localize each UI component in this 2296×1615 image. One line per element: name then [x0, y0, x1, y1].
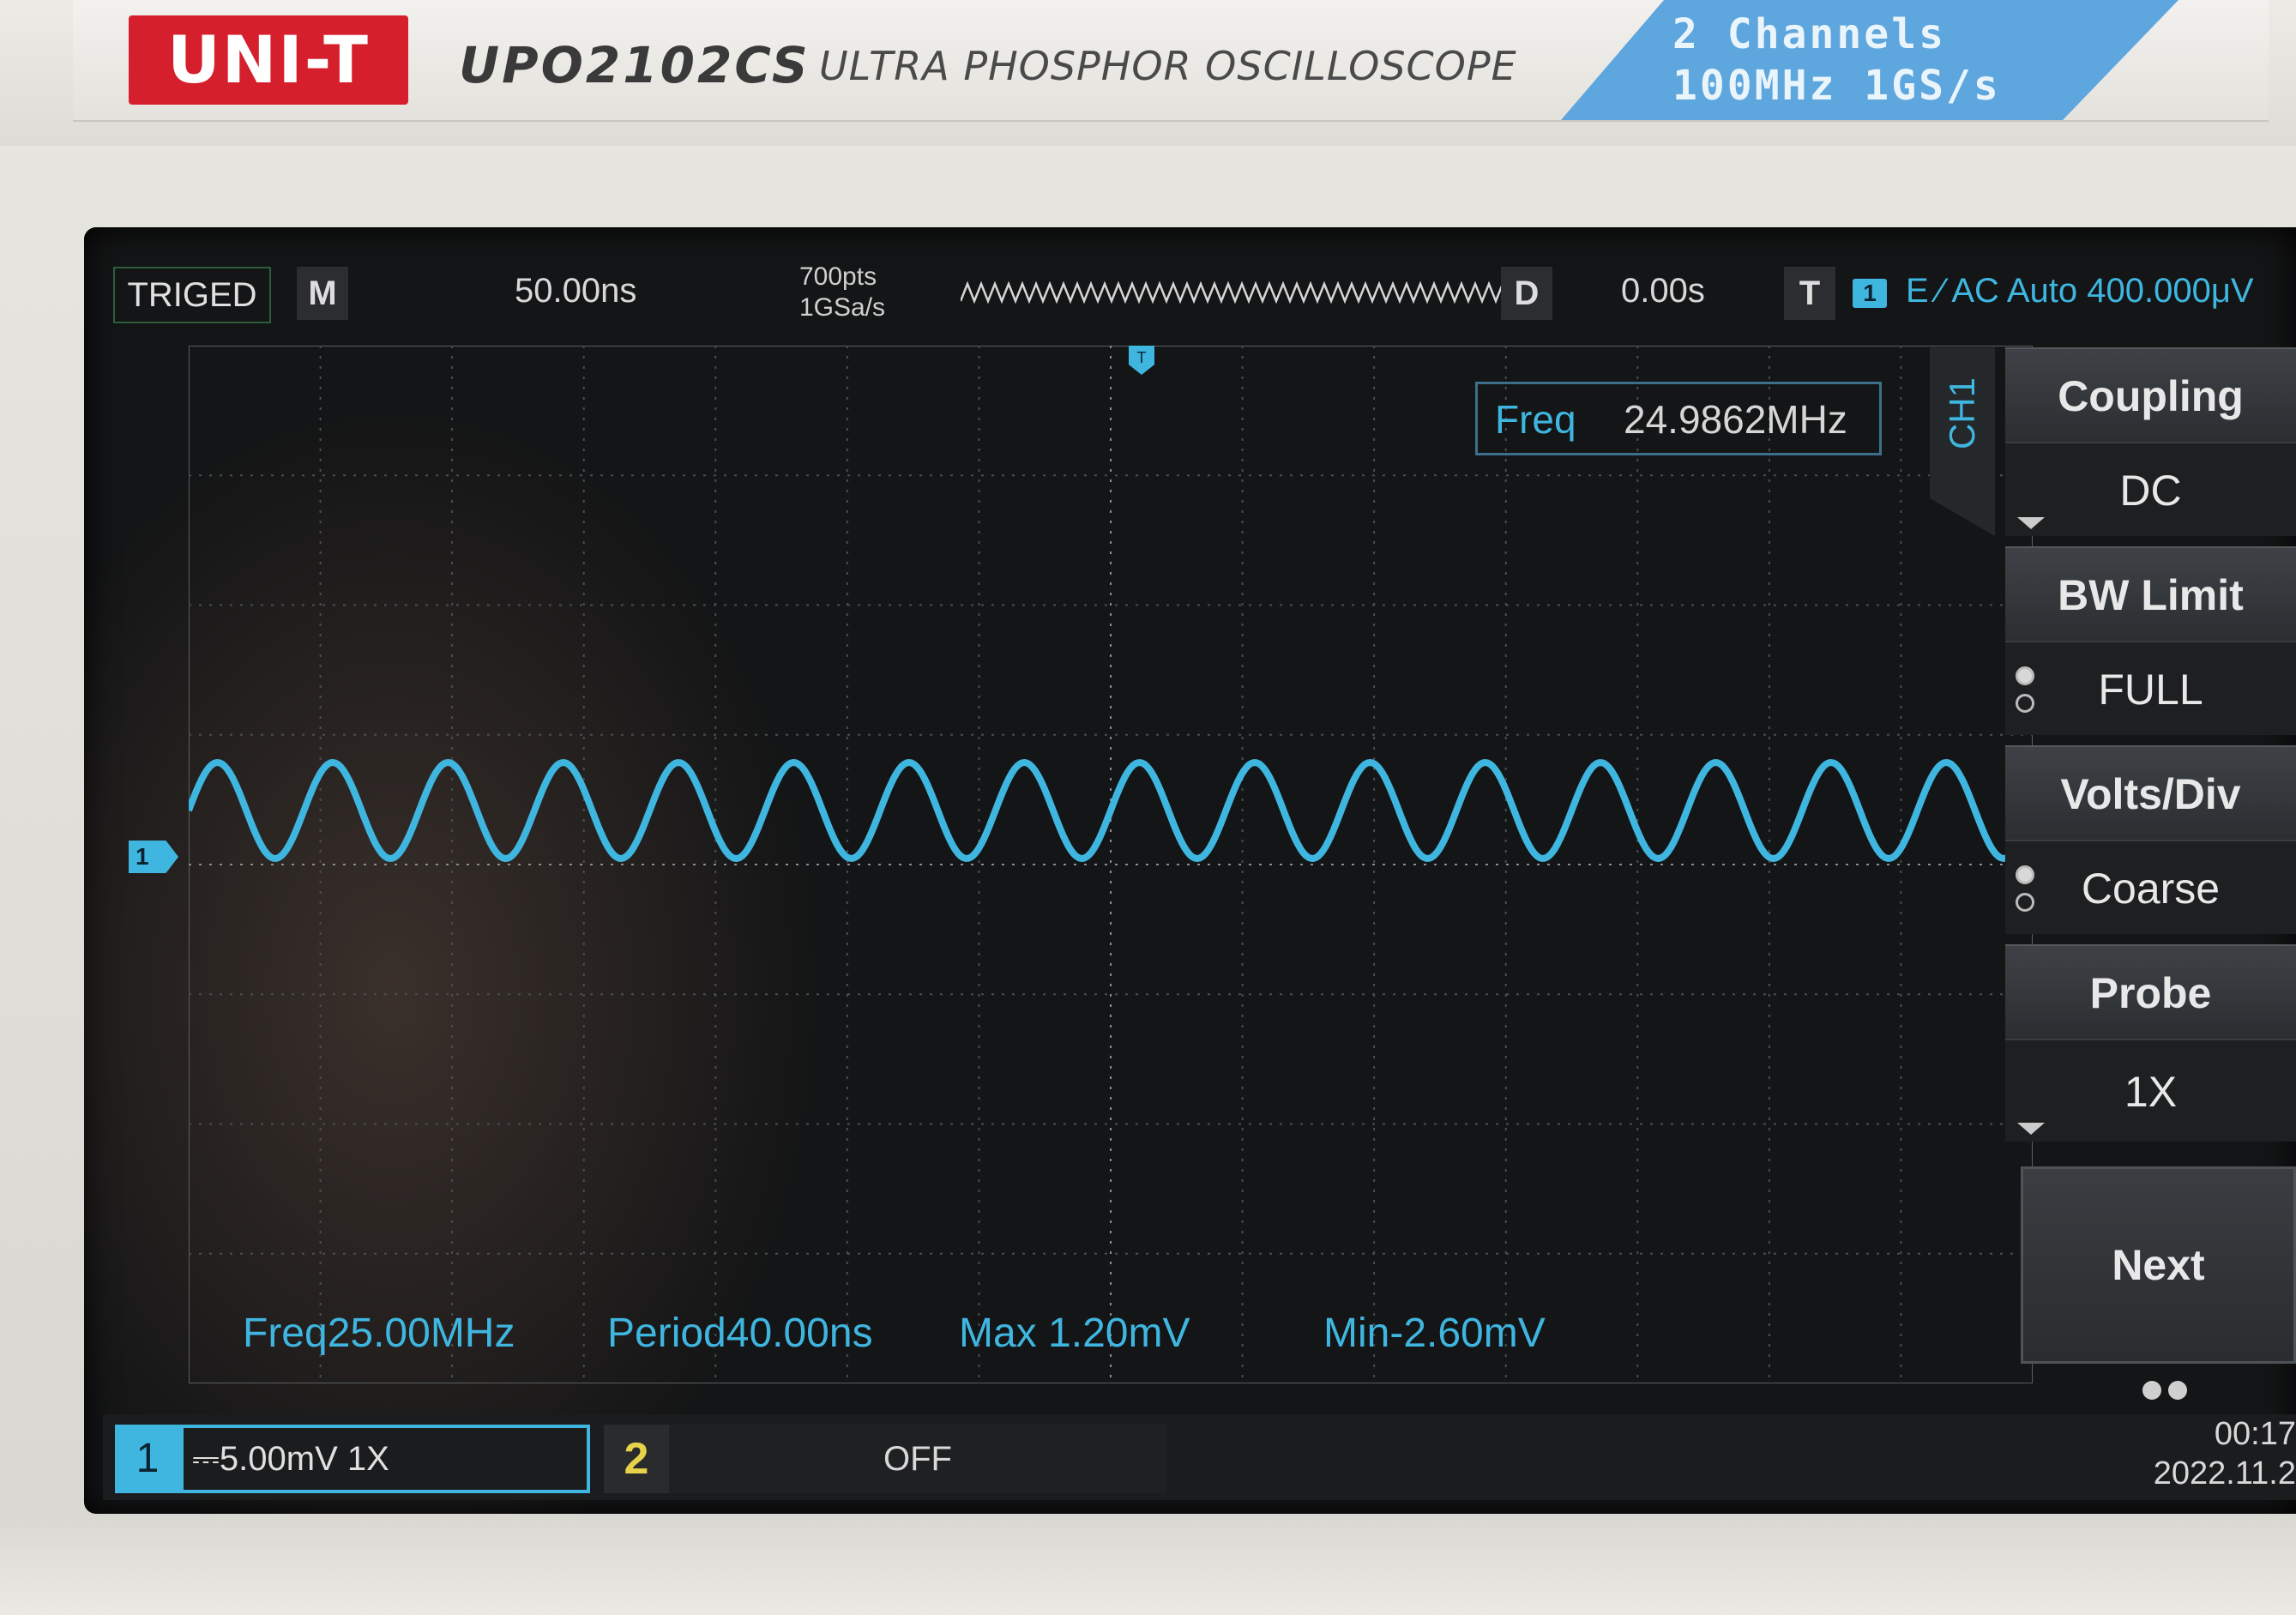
coupling-value: DC: [2119, 467, 2182, 515]
menu-coupling-value[interactable]: DC: [2005, 442, 2296, 536]
freq-counter-label: Freq: [1495, 397, 1576, 442]
sample-rate: 1GSa/s: [799, 293, 886, 322]
model-name: UPO2102CS: [459, 36, 811, 94]
dropdown-arrow-icon: [2017, 1123, 2045, 1135]
menu-probe-button[interactable]: Probe: [2005, 944, 2296, 1039]
menu-volts-div-button[interactable]: Volts/Div: [2005, 745, 2296, 840]
menu-bw-limit-button[interactable]: BW Limit: [2005, 546, 2296, 641]
menu-probe-value[interactable]: 1X: [2005, 1039, 2296, 1142]
trigger-channel-badge: 1: [1853, 279, 1887, 308]
menu-next-button[interactable]: Next: [2021, 1166, 2296, 1364]
delay-readout[interactable]: 0.00s: [1621, 272, 1705, 310]
menu-coupling-button[interactable]: Coupling: [2005, 347, 2296, 442]
ch2-button[interactable]: 2: [604, 1425, 669, 1493]
measurement-min: Min-2.60mV: [1323, 1310, 1546, 1357]
channel-status-bar: 1 ⎓5.00mV 1X 2 OFF 00:17 2022.11.2: [103, 1414, 2296, 1500]
measurement-freq: Freq25.00MHz: [243, 1310, 515, 1357]
freq-counter-value: 24.9862MHz: [1624, 397, 1847, 442]
mode-tag: M: [297, 267, 348, 320]
measurement-label: Min: [1323, 1311, 1390, 1356]
page-dot-icon: [2168, 1381, 2187, 1400]
acquisition-info: 700pts 1GSa/s: [799, 262, 885, 323]
ch1-button[interactable]: 1: [115, 1425, 180, 1493]
status-bar: TRIGED M 50.00ns 700pts 1GSa/s D 0.00s T…: [103, 260, 2290, 328]
radio-on-icon: [2016, 666, 2034, 685]
grid-lines: [189, 346, 2033, 1383]
clock-time: 00:17: [2214, 1416, 2296, 1452]
oscilloscope-screen: TRIGED M 50.00ns 700pts 1GSa/s D 0.00s T…: [84, 227, 2296, 1514]
ch1-scale-setting[interactable]: ⎓5.00mV 1X: [180, 1425, 590, 1493]
device-subtitle: ULTRA PHOSPHOR OSCILLOSCOPE: [819, 43, 1517, 89]
probe-value: 1X: [2124, 1068, 2178, 1116]
memory-depth: 700pts: [799, 262, 877, 291]
trigger-state: TRIGED: [113, 267, 271, 323]
measurement-value: 25.00MHz: [327, 1311, 515, 1356]
measurement-label: Period: [607, 1311, 726, 1356]
dropdown-arrow-icon: [2017, 517, 2045, 529]
frequency-counter-box: Freq 24.9862MHz: [1475, 382, 1882, 455]
radio-off-icon: [2016, 694, 2034, 713]
measurement-period: Period40.00ns: [607, 1310, 873, 1357]
spec-bandwidth: 100MHz 1GS/s: [1672, 62, 2001, 110]
menu-page-indicator: [2142, 1381, 2194, 1404]
device-bottom-bezel: [0, 1514, 2296, 1615]
measurement-max: Max 1.20mV: [959, 1310, 1190, 1357]
ch2-scale-setting[interactable]: OFF: [669, 1425, 1166, 1493]
memory-waveform-preview: [961, 280, 1510, 304]
ch1-menu-tab-label: CH1: [1942, 377, 1982, 450]
clock: 00:17 2022.11.2: [2101, 1414, 2296, 1500]
measurement-value: -2.60mV: [1389, 1311, 1546, 1356]
menu-bw-limit-value[interactable]: FULL: [2005, 641, 2296, 735]
brand-logo: UNI-T: [129, 15, 408, 105]
waveform-graticule: [189, 346, 2033, 1383]
measurement-value: 1.20mV: [1048, 1311, 1190, 1356]
timebase-readout[interactable]: 50.00ns: [515, 272, 636, 310]
clock-date: 2022.11.2: [2153, 1455, 2296, 1491]
spec-channels: 2 Channels: [1672, 10, 1946, 58]
radio-on-icon: [2016, 865, 2034, 884]
ch1-waveform-trace: [189, 759, 2033, 862]
measurement-label: Max: [959, 1311, 1037, 1356]
trigger-settings[interactable]: E ⁄ AC Auto 400.000μV: [1906, 272, 2254, 310]
volts-div-value: Coarse: [2081, 865, 2221, 913]
menu-volts-div-value[interactable]: Coarse: [2005, 840, 2296, 934]
measurement-label: Freq: [243, 1311, 328, 1356]
page-dot-icon: [2142, 1381, 2161, 1400]
trigger-tag: T: [1784, 267, 1835, 320]
measurement-value: 40.00ns: [726, 1311, 873, 1356]
bw-limit-value: FULL: [2098, 666, 2203, 714]
delay-tag: D: [1501, 267, 1552, 320]
radio-off-icon: [2016, 893, 2034, 912]
